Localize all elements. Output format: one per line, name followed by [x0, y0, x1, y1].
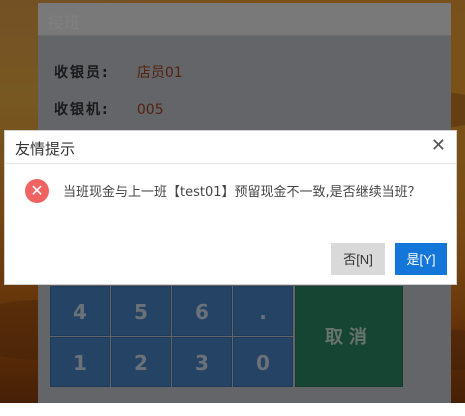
error-icon: ✕ [25, 179, 49, 203]
dialog-title: 友情提示 [15, 140, 76, 158]
confirm-dialog: 友情提示 ✕ ✕ 当班现金与上一班【test01】预留现金不一致,是否继续当班？… [4, 130, 457, 285]
close-icon[interactable]: ✕ [431, 135, 446, 156]
yes-button[interactable]: 是[Y] [395, 243, 447, 275]
dialog-divider [5, 163, 456, 164]
dialog-message: 当班现金与上一班【test01】预留现金不一致,是否继续当班？ [63, 185, 421, 200]
no-button[interactable]: 否[N] [331, 243, 385, 275]
